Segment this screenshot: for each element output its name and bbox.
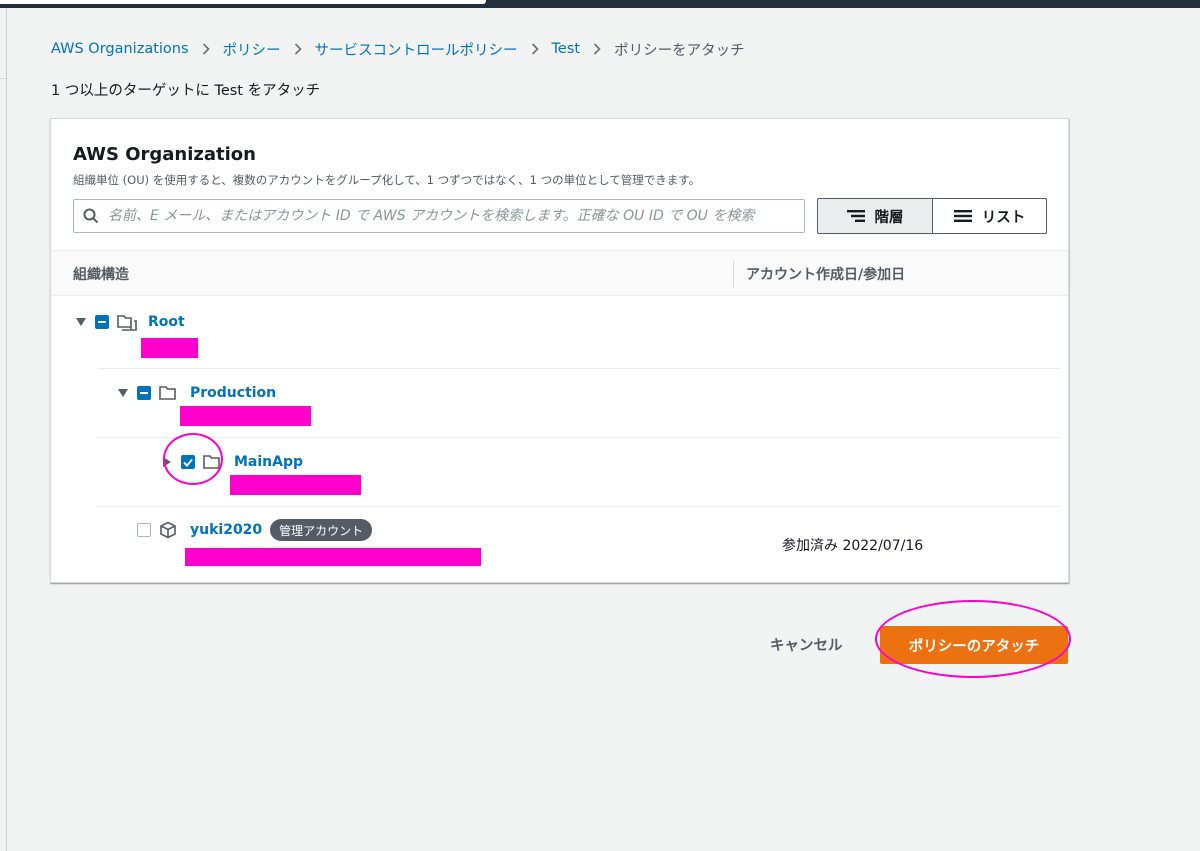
mainapp-checkbox[interactable] bbox=[181, 455, 195, 469]
attach-policy-button[interactable]: ポリシーのアタッチ bbox=[880, 626, 1068, 664]
view-hierarchy-label: 階層 bbox=[874, 209, 904, 226]
joined-date: 参加済み 2022/07/16 bbox=[782, 538, 924, 554]
breadcrumb-aws-organizations[interactable]: AWS Organizations bbox=[51, 41, 189, 57]
panel-title: AWS Organization bbox=[73, 144, 256, 165]
redaction-mark bbox=[141, 338, 198, 358]
browser-tab-edge bbox=[0, 0, 486, 4]
organization-panel: AWS Organization 組織単位 (OU) を使用すると、複数のアカウ… bbox=[50, 118, 1069, 583]
side-nav-edge bbox=[6, 8, 7, 851]
redaction-mark bbox=[180, 406, 311, 426]
view-list-button[interactable]: リスト bbox=[932, 198, 1047, 234]
column-header-structure: 組織構造 bbox=[73, 267, 129, 283]
check-icon bbox=[183, 458, 193, 467]
page-subtitle: 1 つ以上のターゲットに Test をアタッチ bbox=[51, 83, 321, 99]
table-row: yuki2020 管理アカウント bbox=[129, 519, 373, 541]
root-checkbox[interactable] bbox=[95, 315, 109, 329]
panel-description: 組織単位 (OU) を使用すると、複数のアカウントをグループ化して、1 つずつで… bbox=[73, 173, 701, 187]
production-checkbox[interactable] bbox=[137, 386, 151, 400]
redaction-mark bbox=[230, 475, 361, 495]
production-link[interactable]: Production bbox=[190, 385, 276, 401]
breadcrumb-current: ポリシーをアタッチ bbox=[614, 42, 745, 59]
account-cube-icon bbox=[159, 521, 181, 539]
cancel-button[interactable]: キャンセル bbox=[770, 634, 843, 658]
browser-top-bar bbox=[0, 0, 1200, 8]
side-nav-divider bbox=[0, 78, 6, 79]
chevron-right-icon bbox=[593, 43, 601, 55]
view-list-label: リスト bbox=[981, 209, 1026, 226]
breadcrumb-scp[interactable]: サービスコントロールポリシー bbox=[315, 39, 518, 60]
table-row: Root bbox=[73, 312, 185, 332]
search-icon bbox=[74, 200, 108, 232]
caret-down-icon[interactable] bbox=[73, 314, 89, 330]
breadcrumb-policies[interactable]: ポリシー bbox=[223, 39, 281, 60]
search-input[interactable] bbox=[108, 200, 804, 232]
breadcrumb: AWS Organizations ポリシー サービスコントロールポリシー Te… bbox=[51, 39, 745, 59]
row-divider bbox=[98, 437, 1060, 438]
root-folders-icon bbox=[117, 313, 139, 331]
redaction-mark bbox=[185, 548, 481, 566]
row-divider bbox=[98, 368, 1060, 369]
management-account-badge: 管理アカウント bbox=[270, 519, 373, 541]
view-hierarchy-button[interactable]: 階層 bbox=[817, 198, 933, 234]
folder-icon bbox=[203, 453, 225, 471]
yuki2020-link[interactable]: yuki2020 bbox=[190, 522, 262, 538]
row-divider bbox=[98, 506, 1060, 507]
column-header-date: アカウント作成日/参加日 bbox=[746, 267, 906, 283]
chevron-right-icon bbox=[294, 43, 302, 55]
table-row: MainApp bbox=[159, 452, 303, 472]
mainapp-link[interactable]: MainApp bbox=[234, 454, 303, 470]
yuki2020-checkbox[interactable] bbox=[137, 523, 151, 537]
hierarchy-icon bbox=[846, 210, 865, 222]
search-box bbox=[73, 199, 805, 233]
caret-down-icon[interactable] bbox=[115, 385, 131, 401]
caret-right-icon[interactable] bbox=[159, 454, 175, 470]
column-divider bbox=[733, 261, 734, 287]
chevron-right-icon bbox=[531, 43, 539, 55]
table-header: 組織構造 アカウント作成日/参加日 bbox=[51, 250, 1068, 296]
list-icon bbox=[953, 210, 972, 222]
folder-icon bbox=[159, 384, 181, 402]
breadcrumb-test[interactable]: Test bbox=[552, 41, 581, 57]
root-link[interactable]: Root bbox=[148, 314, 185, 330]
table-row: Production bbox=[115, 383, 276, 403]
chevron-right-icon bbox=[202, 43, 210, 55]
